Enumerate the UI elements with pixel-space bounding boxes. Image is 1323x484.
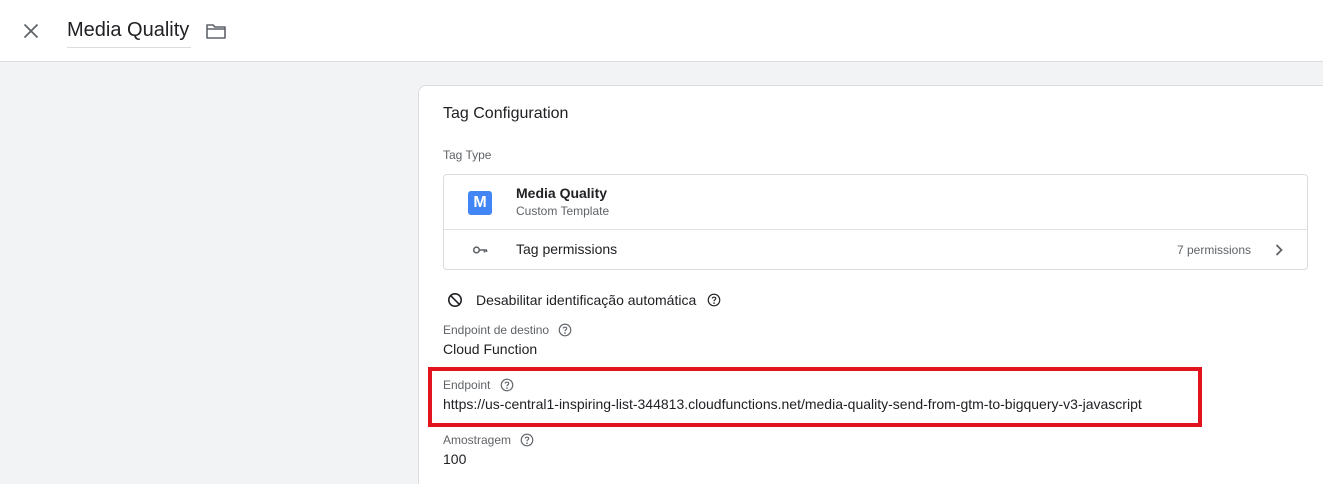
field-value: 100 (443, 451, 467, 467)
field-label: Endpoint de destino (443, 322, 572, 338)
field-label-text: Amostragem (443, 433, 512, 447)
tag-type-label: Tag Type (443, 148, 492, 162)
field-endpoint: Endpoint https://us-central1-inspiring-l… (443, 377, 1142, 412)
permissions-count: 7 permissions (1176, 243, 1251, 257)
field-label-text: Endpoint (443, 378, 491, 392)
section-title: Tag Configuration (443, 105, 569, 122)
title-field[interactable]: Media Quality (67, 16, 192, 48)
help-icon[interactable] (520, 433, 534, 447)
help-icon[interactable] (558, 323, 572, 337)
tag-type-card: M Media Quality Custom Template Tag perm… (443, 174, 1308, 270)
field-label: Endpoint (443, 377, 1142, 393)
tag-type-row[interactable]: M Media Quality Custom Template (444, 175, 1307, 230)
field-amostragem: Amostragem 100 (443, 432, 534, 467)
field-endpoint-destino: Endpoint de destino Cloud Function (443, 322, 572, 357)
tag-permissions-label: Tag permissions (516, 241, 618, 257)
page-title[interactable]: Media Quality (67, 19, 189, 41)
field-value: Cloud Function (443, 341, 538, 357)
field-label: Amostragem (443, 432, 534, 448)
template-logo-icon: M (468, 191, 492, 215)
tag-permissions-row[interactable]: Tag permissions 7 permissions (444, 230, 1307, 270)
block-icon (448, 293, 462, 307)
auto-identification-label: Desabilitar identificação automática (476, 292, 697, 308)
close-icon[interactable] (18, 18, 44, 44)
key-icon (472, 246, 488, 254)
help-icon[interactable] (707, 293, 721, 307)
top-bar: Media Quality (0, 0, 1323, 62)
tag-name: Media Quality (516, 185, 608, 201)
help-icon[interactable] (500, 378, 514, 392)
tag-configuration-panel: Tag Configuration Tag Type M Media Quali… (418, 85, 1323, 484)
chevron-right-icon (1275, 244, 1283, 256)
field-label-text: Endpoint de destino (443, 323, 550, 337)
folder-icon[interactable] (204, 19, 228, 43)
tag-subtitle: Custom Template (516, 204, 610, 218)
field-value: https://us-central1-inspiring-list-34481… (443, 396, 1142, 412)
